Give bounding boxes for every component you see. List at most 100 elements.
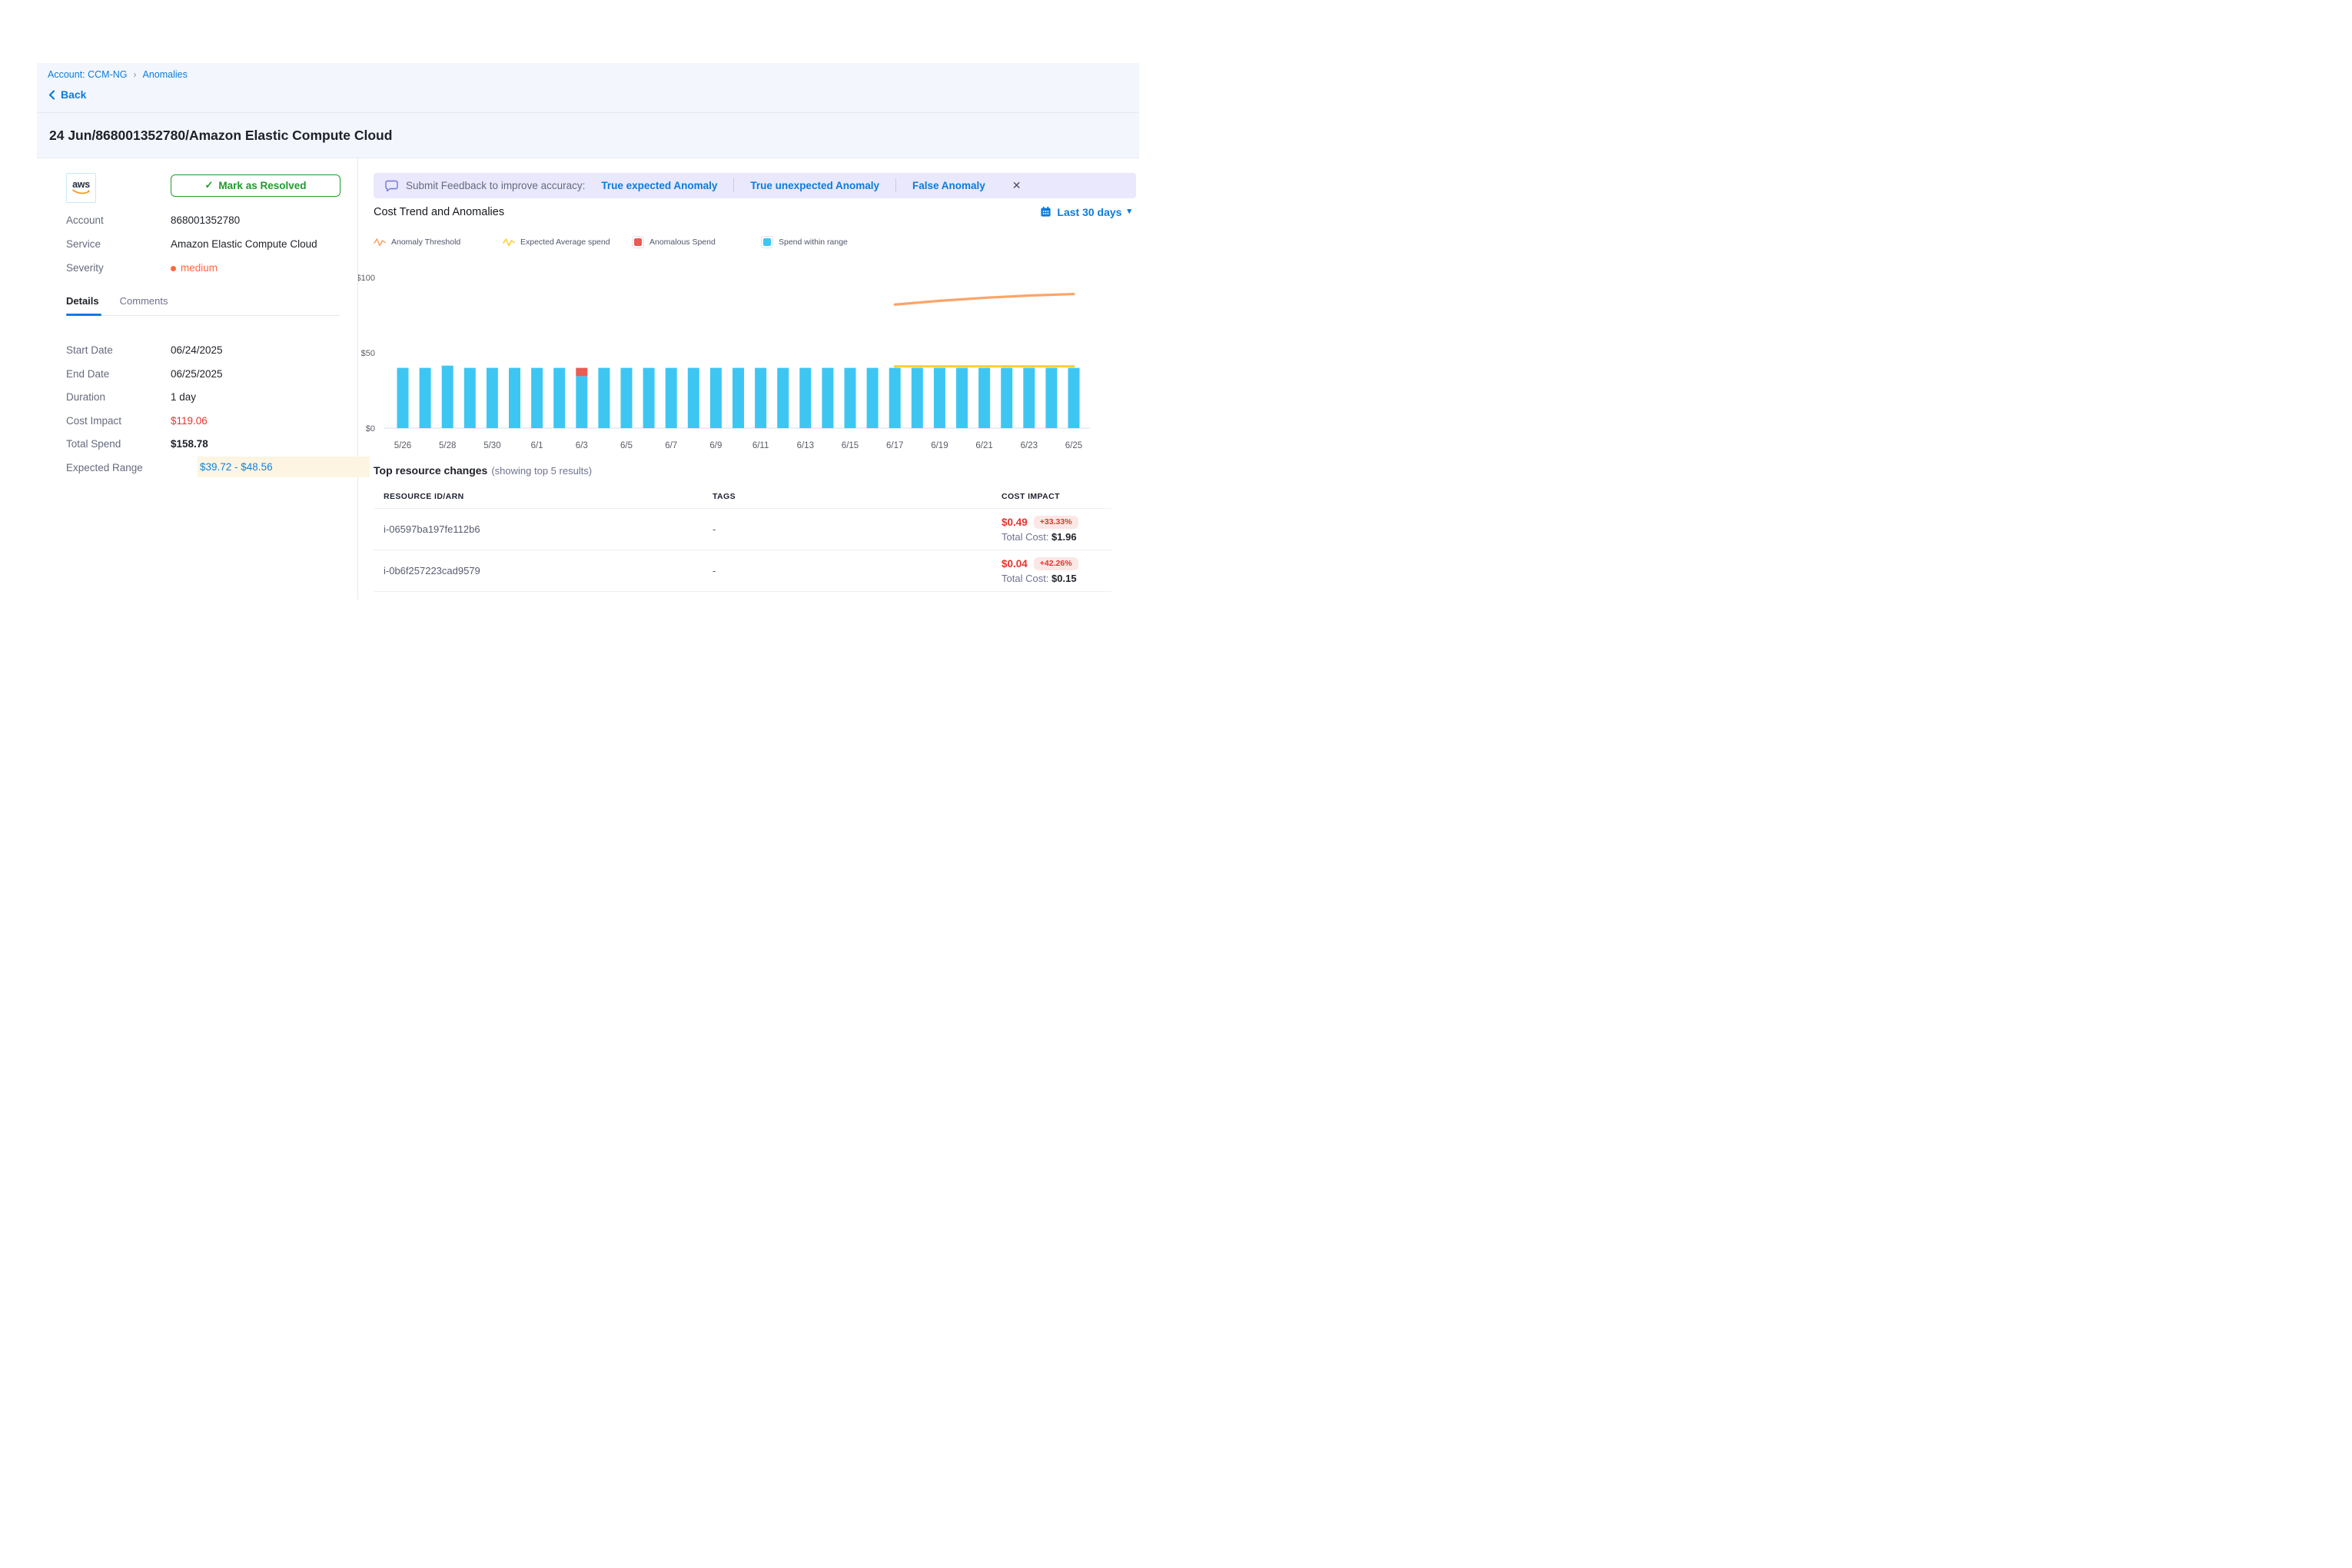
spend-bar-6-13[interactable] bbox=[799, 367, 811, 427]
legend-item-anomaly-threshold[interactable]: Anomaly Threshold bbox=[374, 237, 503, 247]
feedback-divider bbox=[895, 178, 896, 192]
change-percent-badge: +42.26% bbox=[1034, 557, 1078, 570]
x-axis-tick-6-5: 6/5 bbox=[620, 441, 633, 450]
spend-bar-6-22[interactable] bbox=[1001, 367, 1012, 427]
spend-bar-6-25[interactable] bbox=[1068, 367, 1080, 427]
mark-as-resolved-button[interactable]: ✓ Mark as Resolved bbox=[171, 174, 341, 197]
calendar-icon bbox=[1040, 206, 1051, 218]
x-axis-tick-6-1: 6/1 bbox=[531, 441, 543, 450]
spend-bar-6-18[interactable] bbox=[912, 367, 923, 427]
spend-bar-6-23[interactable] bbox=[1023, 367, 1035, 427]
spend-bar-5-27[interactable] bbox=[420, 367, 431, 427]
feedback-option-true-expected-anomaly[interactable]: True expected Anomaly bbox=[601, 180, 717, 191]
detail-label-cost-impact: Cost Impact bbox=[66, 415, 171, 427]
legend-expected-average-spend-icon bbox=[503, 237, 515, 247]
spend-bar-5-29[interactable] bbox=[464, 367, 476, 427]
severity-text: medium bbox=[181, 262, 218, 274]
legend-label-anomalous-spend: Anomalous Spend bbox=[649, 238, 716, 247]
tab-comments[interactable]: Comments bbox=[120, 295, 168, 307]
resources-table: RESOURCE ID/ARNTAGSCOST IMPACT i-06597ba… bbox=[374, 487, 1111, 592]
breadcrumb-separator-icon: › bbox=[134, 69, 137, 80]
aws-smile-icon bbox=[72, 189, 91, 195]
spend-bar-6-11[interactable] bbox=[755, 367, 766, 427]
legend-label-anomaly-threshold: Anomaly Threshold bbox=[391, 238, 460, 247]
legend-label-expected-average-spend: Expected Average spend bbox=[520, 238, 610, 247]
feedback-option-false-anomaly[interactable]: False Anomaly bbox=[912, 180, 985, 191]
resources-title: Top resource changes bbox=[374, 464, 487, 477]
anomalous-segment-6-3[interactable] bbox=[576, 367, 587, 376]
spend-bar-5-31[interactable] bbox=[509, 367, 520, 427]
spend-bar-6-7[interactable] bbox=[666, 367, 677, 427]
table-row: i-06597ba197fe112b6-$0.49+33.33%Total Co… bbox=[374, 509, 1111, 550]
legend-item-spend-within-range[interactable]: Spend within range bbox=[761, 236, 890, 248]
spend-bar-6-17[interactable] bbox=[889, 367, 901, 427]
spend-bar-6-2[interactable] bbox=[553, 367, 565, 427]
x-axis-tick-6-11: 6/11 bbox=[752, 441, 769, 450]
total-cost-line: Total Cost: $1.96 bbox=[1002, 531, 1111, 543]
spend-bar-6-15[interactable] bbox=[845, 367, 856, 427]
spend-bar-6-4[interactable] bbox=[598, 367, 610, 427]
caret-down-icon: ▾ bbox=[1127, 208, 1131, 216]
spend-bar-6-6[interactable] bbox=[643, 367, 655, 427]
spend-bar-6-24[interactable] bbox=[1045, 367, 1057, 427]
spend-bar-5-30[interactable] bbox=[487, 367, 498, 427]
detail-value-end-date: 06/25/2025 bbox=[171, 368, 223, 380]
detail-label-expected-range: Expected Range bbox=[66, 462, 171, 473]
summary-value-service: Amazon Elastic Compute Cloud bbox=[171, 238, 317, 250]
legend-item-expected-average-spend[interactable]: Expected Average spend bbox=[503, 237, 632, 247]
detail-row-total-spend: Total Spend$158.78 bbox=[66, 437, 341, 452]
spend-bar-6-10[interactable] bbox=[733, 367, 744, 427]
chevron-left-icon bbox=[48, 90, 56, 100]
spend-bar-6-19[interactable] bbox=[934, 367, 945, 427]
feedback-prompt: Submit Feedback to improve accuracy: bbox=[406, 180, 585, 191]
close-icon[interactable]: ✕ bbox=[1012, 179, 1022, 192]
anomaly-details-page: Account: CCM-NG › Anomalies Back 24 Jun/… bbox=[37, 63, 1139, 650]
y-axis-tick-100: $100 bbox=[358, 274, 375, 283]
spend-bar-5-28[interactable] bbox=[442, 365, 453, 427]
summary-label-service: Service bbox=[66, 238, 171, 250]
x-axis-tick-6-9: 6/9 bbox=[709, 441, 722, 450]
aws-logo: aws bbox=[66, 173, 96, 203]
spend-bar-5-26[interactable] bbox=[397, 367, 409, 427]
resource-id: i-06597ba197fe112b6 bbox=[374, 523, 713, 535]
y-axis-tick-0: $0 bbox=[366, 424, 375, 434]
cost-trend-chart: $0$50$1005/265/285/306/16/36/56/76/96/11… bbox=[358, 269, 1140, 461]
spend-bar-6-21[interactable] bbox=[978, 367, 990, 427]
resource-tags: - bbox=[713, 523, 1002, 535]
spend-bar-6-20[interactable] bbox=[956, 367, 968, 427]
x-axis-tick-6-15: 6/15 bbox=[842, 441, 859, 450]
tab-details[interactable]: Details bbox=[66, 295, 99, 307]
detail-row-expected-range: Expected Range$39.72 - $48.56 bbox=[66, 460, 341, 475]
feedback-divider bbox=[733, 178, 734, 192]
cost-trend-panel: Submit Feedback to improve accuracy: Tru… bbox=[358, 158, 1139, 650]
resolve-button-label: Mark as Resolved bbox=[218, 180, 306, 191]
spend-bar-6-5[interactable] bbox=[621, 367, 633, 427]
spend-bar-6-14[interactable] bbox=[822, 367, 833, 427]
spend-bar-6-8[interactable] bbox=[688, 367, 699, 427]
change-percent-badge: +33.33% bbox=[1034, 516, 1078, 529]
legend-item-anomalous-spend[interactable]: Anomalous Spend bbox=[632, 236, 761, 248]
x-axis-tick-6-3: 6/3 bbox=[576, 441, 588, 450]
date-range-label: Last 30 days bbox=[1057, 206, 1121, 218]
back-button[interactable]: Back bbox=[48, 88, 86, 101]
resources-table-body: i-06597ba197fe112b6-$0.49+33.33%Total Co… bbox=[374, 509, 1111, 592]
resource-id: i-0b6f257223cad9579 bbox=[374, 565, 713, 576]
spend-bar-6-3[interactable] bbox=[576, 376, 587, 428]
spend-bar-6-1[interactable] bbox=[531, 367, 543, 427]
back-row: Back bbox=[48, 88, 1128, 104]
legend-spend-within-range-icon bbox=[761, 236, 773, 248]
total-cost-value: $0.15 bbox=[1051, 573, 1077, 584]
legend-label-spend-within-range: Spend within range bbox=[779, 238, 848, 247]
feedback-option-true-unexpected-anomaly[interactable]: True unexpected Anomaly bbox=[750, 180, 879, 191]
detail-value-duration: 1 day bbox=[171, 391, 196, 403]
breadcrumb-anomalies-link[interactable]: Anomalies bbox=[143, 69, 188, 80]
breadcrumb-account-link[interactable]: Account: CCM-NG bbox=[48, 69, 128, 80]
active-tab-indicator bbox=[66, 314, 101, 316]
table-row: i-0b6f257223cad9579-$0.04+42.26%Total Co… bbox=[374, 550, 1111, 592]
spend-bar-6-9[interactable] bbox=[710, 367, 722, 427]
date-range-selector[interactable]: Last 30 days ▾ bbox=[1040, 206, 1131, 218]
severity-dot-icon bbox=[171, 266, 176, 271]
spend-bar-6-12[interactable] bbox=[777, 367, 789, 427]
detail-label-duration: Duration bbox=[66, 391, 171, 403]
spend-bar-6-16[interactable] bbox=[867, 367, 879, 427]
